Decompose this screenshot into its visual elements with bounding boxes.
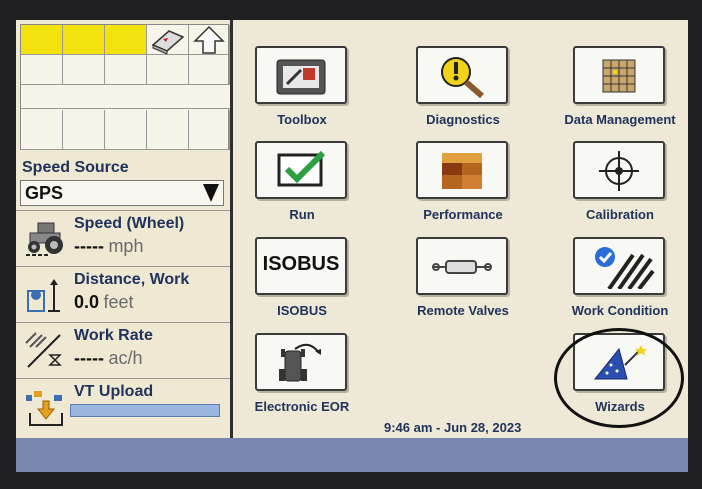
- grid-cell: [105, 55, 147, 85]
- distance-value: 0.0: [74, 292, 100, 312]
- app-label: Toolbox: [277, 112, 327, 127]
- section-indicator: [105, 25, 147, 55]
- magnifier-icon: [441, 57, 484, 98]
- work-rate-unit: ac/h: [108, 348, 143, 368]
- grid-cell: [63, 55, 105, 85]
- crosshair-icon: [599, 151, 639, 191]
- display-screen: Speed Source GPS Speed (Wheel) ----- mph: [16, 20, 688, 472]
- speed-source-value: GPS: [25, 183, 64, 203]
- tractor-turn-icon: [279, 343, 321, 382]
- bottom-bar: [16, 438, 688, 472]
- app-label: Diagnostics: [426, 112, 500, 127]
- app-label: Data Management: [564, 112, 676, 127]
- grid-cell: [63, 110, 105, 150]
- app-label: Performance: [423, 207, 503, 222]
- isobus-icon-text: ISOBUS: [262, 253, 340, 275]
- app-remote-valves[interactable]: Remote Valves: [403, 237, 523, 337]
- app-data-management[interactable]: Data Management: [560, 46, 680, 146]
- app-label: Calibration: [586, 207, 654, 222]
- app-label: Electronic EOR: [254, 399, 350, 414]
- section-indicator-grid: [20, 24, 230, 150]
- app-label: Work Condition: [571, 303, 669, 318]
- app-calibration[interactable]: Calibration: [560, 141, 680, 241]
- distance-label: Distance, Work: [74, 271, 190, 288]
- grid-cell: [21, 55, 63, 85]
- eraser-icon[interactable]: [147, 25, 189, 55]
- app-diagnostics[interactable]: Diagnostics: [403, 46, 523, 146]
- vt-upload-progress: [70, 404, 220, 417]
- electronic-eor-button[interactable]: [255, 333, 347, 391]
- app-isobus[interactable]: ISOBUS ISOBUS: [242, 237, 362, 337]
- tractor-icon: [26, 222, 63, 256]
- clock-date: 9:46 am - Jun 28, 2023: [384, 420, 522, 435]
- speed-widget[interactable]: Speed (Wheel) ----- mph: [16, 210, 230, 266]
- app-label: Run: [289, 207, 315, 222]
- section-indicator: [63, 25, 105, 55]
- speed-source-label: Speed Source: [22, 159, 129, 176]
- remote-valves-button[interactable]: [416, 237, 508, 295]
- app-label: ISOBUS: [277, 303, 327, 318]
- work-rate-widget[interactable]: Work Rate ----- ac/h: [16, 322, 230, 378]
- app-electronic-eor[interactable]: Electronic EOR: [242, 333, 362, 433]
- performance-button[interactable]: [416, 141, 508, 199]
- app-label: Remote Valves: [417, 303, 509, 318]
- highlight-circle: [554, 328, 684, 428]
- grid-cell: [21, 110, 63, 150]
- distance-widget[interactable]: Distance, Work 0.0 feet: [16, 266, 230, 322]
- app-toolbox[interactable]: Toolbox: [242, 46, 362, 146]
- performance-icon: [442, 153, 482, 189]
- status-panel: Speed Source GPS Speed (Wheel) ----- mph: [16, 20, 233, 438]
- vt-upload-icon: [26, 391, 63, 426]
- run-button[interactable]: [255, 141, 347, 199]
- grid-cell: [105, 110, 147, 150]
- data-management-button[interactable]: [573, 46, 665, 104]
- work-rate-icon: [25, 332, 62, 368]
- speed-source-dropdown[interactable]: GPS: [20, 180, 224, 206]
- grid-cell: [147, 110, 189, 150]
- isobus-button[interactable]: ISOBUS: [255, 237, 347, 295]
- section-indicator: [21, 25, 63, 55]
- grid-cell: [189, 55, 230, 85]
- work-rate-value: -----: [74, 348, 104, 368]
- work-condition-button[interactable]: [573, 237, 665, 295]
- speed-label: Speed (Wheel): [74, 215, 185, 232]
- app-performance[interactable]: Performance: [403, 141, 523, 241]
- grid-cell: [189, 110, 230, 150]
- app-work-condition[interactable]: Work Condition: [560, 237, 680, 337]
- vt-upload-label: VT Upload: [74, 383, 154, 400]
- app-run[interactable]: Run: [242, 141, 362, 241]
- toolbox-icon: [276, 59, 326, 95]
- distance-icon: [27, 279, 60, 312]
- checkmark-icon: [277, 150, 326, 187]
- grid-cell: [147, 55, 189, 85]
- diagnostics-button[interactable]: [416, 46, 508, 104]
- distance-unit: feet: [103, 292, 134, 312]
- hydraulic-cylinder-icon: [432, 260, 492, 274]
- work-rate-label: Work Rate: [74, 327, 153, 344]
- arrow-up-icon[interactable]: [189, 25, 230, 55]
- data-management-icon: [602, 59, 636, 93]
- toolbox-button[interactable]: [255, 46, 347, 104]
- dropdown-arrow-icon: [203, 184, 219, 202]
- work-condition-icon: [595, 247, 655, 289]
- grid-divider: [21, 85, 230, 109]
- calibration-button[interactable]: [573, 141, 665, 199]
- speed-value: -----: [74, 236, 104, 256]
- speed-unit: mph: [108, 236, 144, 256]
